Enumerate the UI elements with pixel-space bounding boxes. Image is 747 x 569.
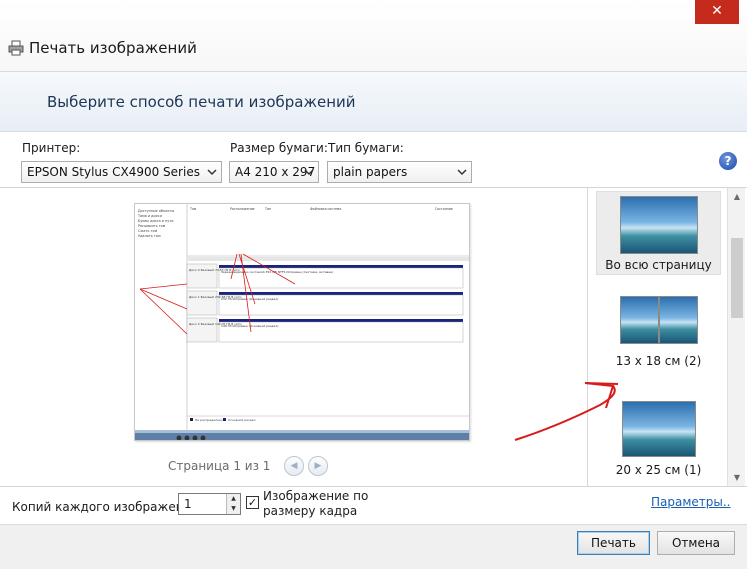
sheet-header-3: Файловая система bbox=[310, 207, 341, 211]
chevron-down-icon bbox=[304, 169, 314, 176]
sheet-side-text-1: Тома и диски bbox=[137, 214, 162, 218]
layout-13x18[interactable]: 13 x 18 см (2) bbox=[596, 296, 721, 380]
copies-value[interactable]: 1 bbox=[184, 497, 192, 511]
sheet-header-2: Тип bbox=[264, 207, 271, 211]
dialog-footer: Печать Отмена bbox=[0, 524, 747, 569]
layout-label: 20 x 25 см (1) bbox=[615, 463, 702, 477]
close-button[interactable]: ✕ bbox=[695, 0, 739, 24]
copies-row: Копий каждого изображения: 1 ▲ ▼ ✓ Изобр… bbox=[0, 486, 747, 524]
help-icon[interactable]: ? bbox=[719, 152, 737, 170]
fit-to-frame-label[interactable]: Изображение по размеру кадра bbox=[263, 489, 373, 519]
scroll-up-icon[interactable]: ▲ bbox=[728, 188, 746, 205]
chevron-left-icon: ◀ bbox=[290, 461, 298, 471]
instruction-heading: Выберите способ печати изображений bbox=[47, 93, 356, 111]
cancel-button[interactable]: Отмена bbox=[657, 531, 735, 555]
sheet-side-text-4: Сжать том bbox=[138, 229, 158, 233]
preview-pane: Доступные объекты Тома и диски Буквы дис… bbox=[0, 188, 588, 486]
paper-type-select[interactable]: plain papers bbox=[327, 161, 472, 183]
layout-label: Во всю страницу bbox=[605, 258, 712, 272]
sheet-side-text-2: Буквы диска и пути bbox=[138, 219, 173, 223]
scroll-down-icon[interactable]: ▼ bbox=[728, 469, 746, 486]
copies-label: Копий каждого изображения: bbox=[12, 500, 203, 514]
layout-full-page[interactable]: Во всю страницу bbox=[596, 191, 721, 275]
preview-image: Доступные объекты Тома и диски Буквы дис… bbox=[135, 204, 469, 440]
print-pictures-dialog: ✕ Печать изображений Выберите способ печ… bbox=[0, 0, 747, 569]
sheet-side-text-0: Доступные объекты bbox=[138, 209, 175, 213]
paper-type-label: Тип бумаги: bbox=[328, 141, 404, 155]
layout-thumbnail-part bbox=[658, 296, 698, 344]
paper-size-label: Размер бумаги: bbox=[230, 141, 328, 155]
chevron-right-icon: ▶ bbox=[314, 461, 322, 471]
previous-page-button[interactable]: ◀ bbox=[284, 456, 304, 476]
fit-to-frame-checkbox[interactable]: ✓ bbox=[246, 496, 259, 509]
layout-list: Во всю страницу 13 x 18 см (2) 20 x 25 с… bbox=[589, 188, 729, 486]
main-area: Доступные объекты Тома и диски Буквы дис… bbox=[0, 187, 747, 486]
layout-thumbnail bbox=[619, 296, 698, 344]
layout-scrollbar[interactable]: ▲ ▼ bbox=[727, 188, 745, 486]
copies-stepper[interactable]: 1 ▲ ▼ bbox=[178, 493, 241, 515]
sheet-side-text-3: Расширить том bbox=[138, 224, 166, 228]
scrollbar-thumb[interactable] bbox=[731, 238, 743, 318]
page-indicator: Страница 1 из 1 bbox=[168, 459, 271, 473]
printer-select[interactable]: EPSON Stylus CX4900 Series bbox=[21, 161, 222, 183]
printer-icon bbox=[8, 40, 24, 56]
printer-label: Принтер: bbox=[22, 141, 81, 155]
page-preview: Доступные объекты Тома и диски Буквы дис… bbox=[134, 203, 470, 441]
sheet-side-text-5: Удалить том bbox=[138, 234, 161, 238]
layout-thumbnail bbox=[619, 196, 698, 254]
stepper-buttons: ▲ ▼ bbox=[226, 494, 240, 514]
sheet-legend-1: Основной раздел bbox=[228, 418, 256, 422]
close-icon: ✕ bbox=[711, 3, 723, 19]
header-band: Выберите способ печати изображений bbox=[0, 72, 747, 132]
print-button[interactable]: Печать bbox=[577, 531, 650, 555]
title-bar: ✕ Печать изображений bbox=[0, 0, 747, 72]
print-settings: Принтер: EPSON Stylus CX4900 Series Разм… bbox=[0, 133, 747, 187]
layout-thumbnail-part bbox=[619, 296, 659, 344]
layout-label: 13 x 18 см (2) bbox=[615, 354, 702, 368]
disk-row-1-text: 232 ГБ Исправен (Основной раздел) bbox=[221, 297, 278, 301]
paper-type-select-value: plain papers bbox=[333, 165, 408, 179]
next-page-button[interactable]: ▶ bbox=[308, 456, 328, 476]
chevron-down-icon bbox=[457, 169, 467, 176]
paper-size-select[interactable]: A4 210 x 297 bbox=[229, 161, 319, 183]
printer-select-value: EPSON Stylus CX4900 Series bbox=[27, 165, 200, 179]
sheet-header-0: Том bbox=[189, 207, 197, 211]
window-title: Печать изображений bbox=[29, 39, 197, 57]
sheet-header-4: Состояние bbox=[435, 207, 453, 211]
stepper-down-icon[interactable]: ▼ bbox=[227, 504, 240, 514]
options-link[interactable]: Параметры.. bbox=[651, 495, 731, 509]
layout-thumbnail bbox=[621, 401, 696, 457]
sheet-header-1: Расположение bbox=[230, 207, 255, 211]
stepper-up-icon[interactable]: ▲ bbox=[227, 494, 240, 504]
layout-20x25[interactable]: 20 x 25 см (1) bbox=[596, 401, 721, 485]
sheet-legend-0: Не распределено bbox=[195, 418, 223, 422]
chevron-down-icon bbox=[207, 169, 217, 176]
